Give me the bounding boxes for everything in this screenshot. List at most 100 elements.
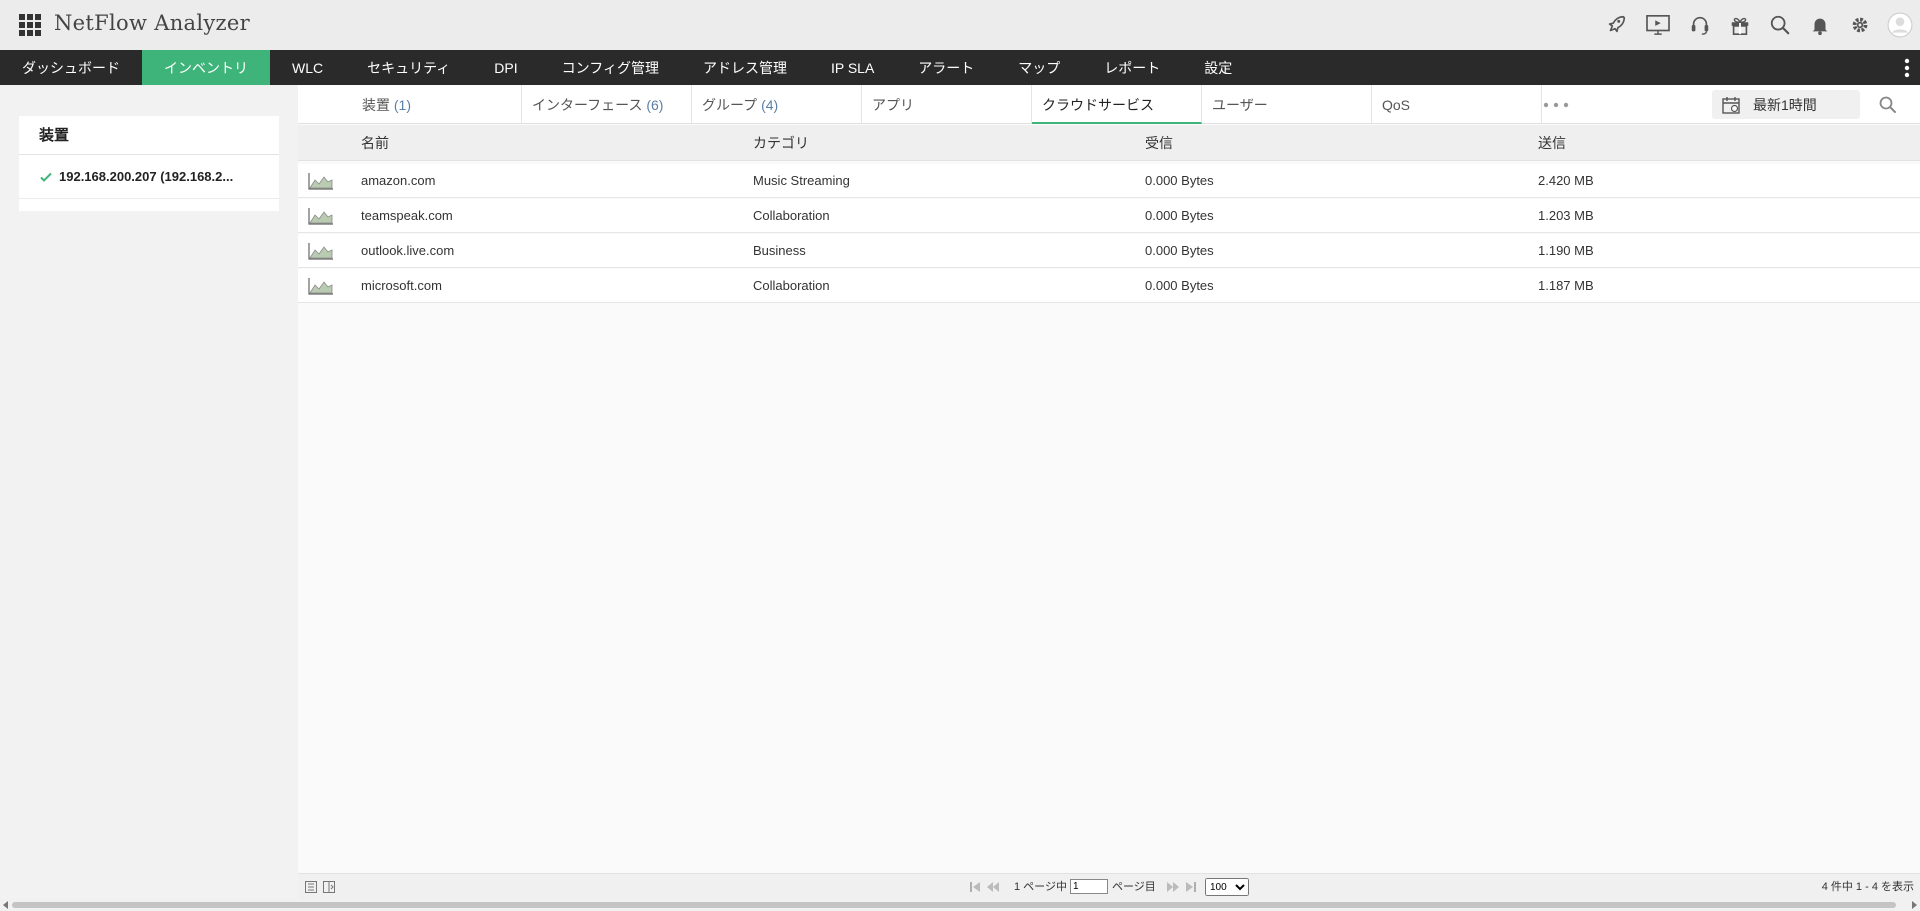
sidebar: 装置 192.168.200.207 (192.168.2... — [0, 85, 298, 911]
scroll-right-icon[interactable] — [1910, 901, 1918, 909]
table-search-icon[interactable] — [1878, 95, 1898, 115]
cell-received: 0.000 Bytes — [1145, 243, 1214, 258]
cell-name: amazon.com — [361, 173, 436, 188]
table-row[interactable]: amazon.com Music Streaming 0.000 Bytes 2… — [298, 164, 1920, 198]
pager-total-pages: 1 ページ中 — [1014, 881, 1067, 893]
main-nav: ダッシュボード インベントリ WLC セキュリティ DPI コンフィグ管理 アド… — [0, 50, 1920, 85]
nav-dashboard[interactable]: ダッシュボード — [0, 50, 142, 85]
tab-label: アプリ — [872, 97, 914, 113]
tab-users[interactable]: ユーザー — [1202, 85, 1372, 124]
cell-name: outlook.live.com — [361, 243, 455, 258]
cell-sent: 1.190 MB — [1538, 243, 1594, 258]
device-name: 192.168.200.207 (192.168.2... — [59, 169, 234, 184]
table-row[interactable]: microsoft.com Collaboration 0.000 Bytes … — [298, 269, 1920, 303]
main-content: 装置 (1) インターフェース (6) グループ (4) アプリ クラウドサービ… — [298, 85, 1920, 911]
tab-label: グループ — [702, 97, 758, 113]
pager-page-suffix: ページ目 — [1112, 881, 1156, 893]
cell-name: microsoft.com — [361, 278, 442, 293]
nav-dpi[interactable]: DPI — [472, 50, 539, 85]
cell-sent: 2.420 MB — [1538, 173, 1594, 188]
column-header-received[interactable]: 受信 — [1145, 125, 1173, 161]
tab-count: (6) — [646, 97, 664, 113]
scrollbar-thumb[interactable] — [12, 902, 1896, 908]
tab-apps[interactable]: アプリ — [862, 85, 1032, 124]
more-tabs-icon[interactable] — [1542, 101, 1570, 109]
time-range-label: 最新1時間 — [1753, 96, 1817, 113]
cell-sent: 1.187 MB — [1538, 278, 1594, 293]
check-icon — [40, 172, 52, 182]
rocket-icon[interactable] — [1596, 0, 1636, 50]
previous-page-icon[interactable] — [986, 880, 1000, 894]
gift-icon[interactable] — [1720, 0, 1760, 50]
first-page-icon[interactable] — [968, 880, 982, 894]
export-csv-icon[interactable] — [304, 880, 318, 894]
device-panel: 装置 192.168.200.207 (192.168.2... — [19, 116, 279, 211]
time-range-button[interactable]: 最新1時間 — [1712, 90, 1860, 119]
tab-label: クラウドサービス — [1042, 97, 1154, 113]
tab-label: ユーザー — [1212, 97, 1268, 113]
cell-received: 0.000 Bytes — [1145, 278, 1214, 293]
nav-reports[interactable]: レポート — [1082, 50, 1182, 85]
inventory-subtabs: 装置 (1) インターフェース (6) グループ (4) アプリ クラウドサービ… — [298, 85, 1920, 124]
pager-bar: 1 ページ中 ページ目 100 4 件中 1 - 4 を表示 — [298, 873, 1920, 899]
column-header-name[interactable]: 名前 — [361, 125, 389, 161]
nav-address-management[interactable]: アドレス管理 — [681, 50, 809, 85]
column-chooser-icon[interactable] — [322, 880, 336, 894]
table-row[interactable]: teamspeak.com Collaboration 0.000 Bytes … — [298, 199, 1920, 233]
header-toolbar — [1596, 0, 1920, 50]
tab-devices[interactable]: 装置 (1) — [352, 85, 522, 124]
search-icon[interactable] — [1760, 0, 1800, 50]
app-grid-icon[interactable] — [19, 14, 41, 36]
cell-name: teamspeak.com — [361, 208, 453, 223]
vertical-more-icon[interactable] — [1904, 58, 1910, 78]
tab-count: (4) — [761, 97, 779, 113]
next-page-icon[interactable] — [1166, 880, 1180, 894]
presentation-icon[interactable] — [1636, 0, 1680, 50]
column-header-category[interactable]: カテゴリ — [753, 125, 809, 161]
tab-qos[interactable]: QoS — [1372, 85, 1542, 124]
cell-category: Collaboration — [753, 278, 830, 293]
nav-settings[interactable]: 設定 — [1182, 50, 1254, 85]
device-list-item[interactable]: 192.168.200.207 (192.168.2... — [19, 155, 279, 199]
table-header: 名前 カテゴリ 受信 送信 — [298, 125, 1920, 161]
tab-groups[interactable]: グループ (4) — [692, 85, 862, 124]
table-row[interactable]: outlook.live.com Business 0.000 Bytes 1.… — [298, 234, 1920, 268]
nav-inventory[interactable]: インベントリ — [142, 50, 270, 85]
nav-maps[interactable]: マップ — [996, 50, 1082, 85]
tab-cloud-services[interactable]: クラウドサービス — [1032, 85, 1202, 124]
gear-icon[interactable] — [1840, 0, 1880, 50]
tab-label: インターフェース — [532, 97, 643, 113]
device-panel-heading: 装置 — [19, 116, 279, 155]
cell-category: Collaboration — [753, 208, 830, 223]
cell-received: 0.000 Bytes — [1145, 173, 1214, 188]
cell-category: Business — [753, 243, 806, 258]
page-size-select[interactable]: 100 — [1205, 878, 1249, 896]
area-chart-icon[interactable] — [308, 242, 334, 260]
cell-category: Music Streaming — [753, 173, 850, 188]
area-chart-icon[interactable] — [308, 207, 334, 225]
page-number-input[interactable] — [1070, 879, 1108, 894]
area-chart-icon[interactable] — [308, 277, 334, 295]
area-chart-icon[interactable] — [308, 172, 334, 190]
user-avatar-icon[interactable] — [1880, 0, 1920, 50]
nav-alerts[interactable]: アラート — [896, 50, 996, 85]
nav-wlc[interactable]: WLC — [270, 50, 345, 85]
tab-count: (1) — [393, 97, 412, 113]
top-header: NetFlow Analyzer — [0, 0, 1920, 50]
cell-received: 0.000 Bytes — [1145, 208, 1214, 223]
nav-security[interactable]: セキュリティ — [345, 50, 472, 85]
app-title: NetFlow Analyzer — [54, 11, 250, 35]
nav-config-management[interactable]: コンフィグ管理 — [540, 50, 681, 85]
tab-label: QoS — [1382, 97, 1411, 113]
horizontal-scrollbar[interactable] — [0, 899, 1920, 911]
last-page-icon[interactable] — [1184, 880, 1198, 894]
support-headset-icon[interactable] — [1680, 0, 1720, 50]
column-header-sent[interactable]: 送信 — [1538, 125, 1566, 161]
pager-summary: 4 件中 1 - 4 を表示 — [1821, 881, 1914, 893]
scroll-left-icon[interactable] — [2, 901, 10, 909]
nav-ip-sla[interactable]: IP SLA — [809, 50, 896, 85]
tab-label: 装置 — [362, 97, 390, 113]
bell-icon[interactable] — [1800, 0, 1840, 50]
calendar-icon — [1722, 96, 1740, 114]
tab-interfaces[interactable]: インターフェース (6) — [522, 85, 692, 124]
